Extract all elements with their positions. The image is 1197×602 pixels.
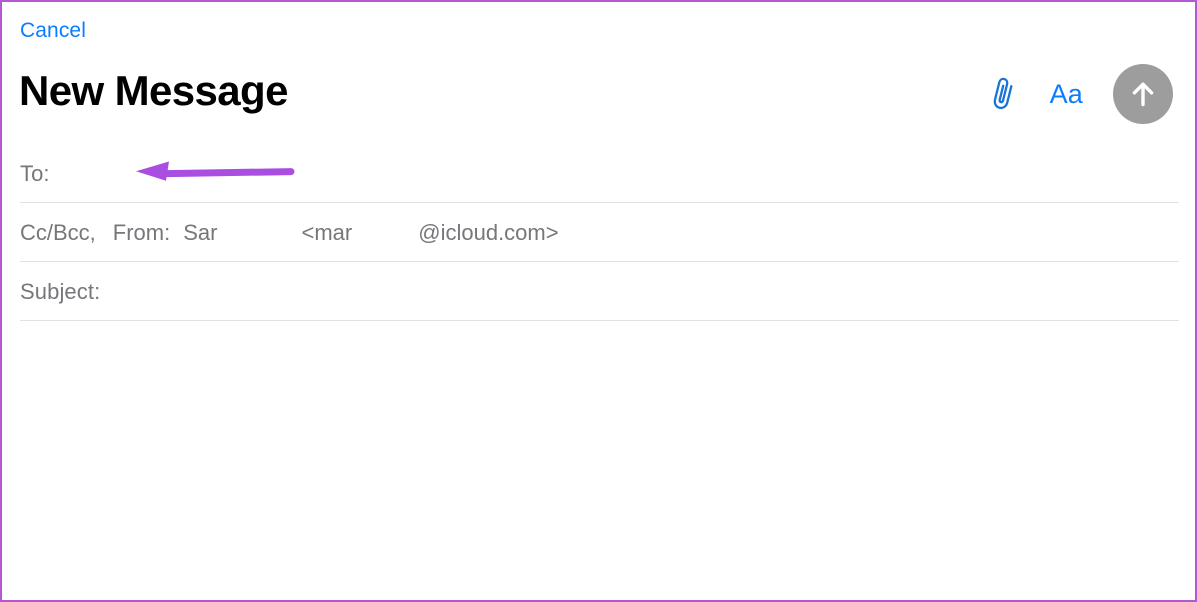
subject-field-row[interactable]: Subject: <box>2 262 1195 321</box>
recipient-fields: To: Cc/Bcc, From: Sar <mar @icloud.com> … <box>2 144 1195 321</box>
from-email-open[interactable]: <mar <box>302 219 353 247</box>
subject-field-label: Subject: <box>20 278 101 304</box>
cancel-button[interactable]: Cancel <box>20 18 86 44</box>
to-field-label: To: <box>20 160 50 186</box>
attach-button[interactable] <box>986 74 1020 114</box>
ccbcc-from-field-row[interactable]: Cc/Bcc, From: Sar <mar @icloud.com> <box>2 203 1195 262</box>
mail-compose-window: Cancel New Message Aa To: Cc/Bcc, From: … <box>0 0 1197 602</box>
from-field-label: From: <box>112 219 171 245</box>
from-email-domain[interactable]: @icloud.com> <box>418 219 558 247</box>
arrow-up-icon <box>1132 82 1154 107</box>
message-body-input[interactable] <box>2 321 1195 600</box>
header-actions: Aa <box>986 64 1173 124</box>
compose-header: New Message Aa <box>2 60 1195 128</box>
paperclip-icon <box>993 77 1013 110</box>
from-display-name[interactable]: Sar <box>183 219 217 247</box>
send-button[interactable] <box>1113 64 1173 124</box>
text-format-button[interactable]: Aa <box>1048 77 1085 111</box>
ccbcc-field-label[interactable]: Cc/Bcc, <box>20 219 96 247</box>
to-field-row[interactable]: To: <box>2 144 1195 203</box>
page-title: New Message <box>19 67 288 114</box>
